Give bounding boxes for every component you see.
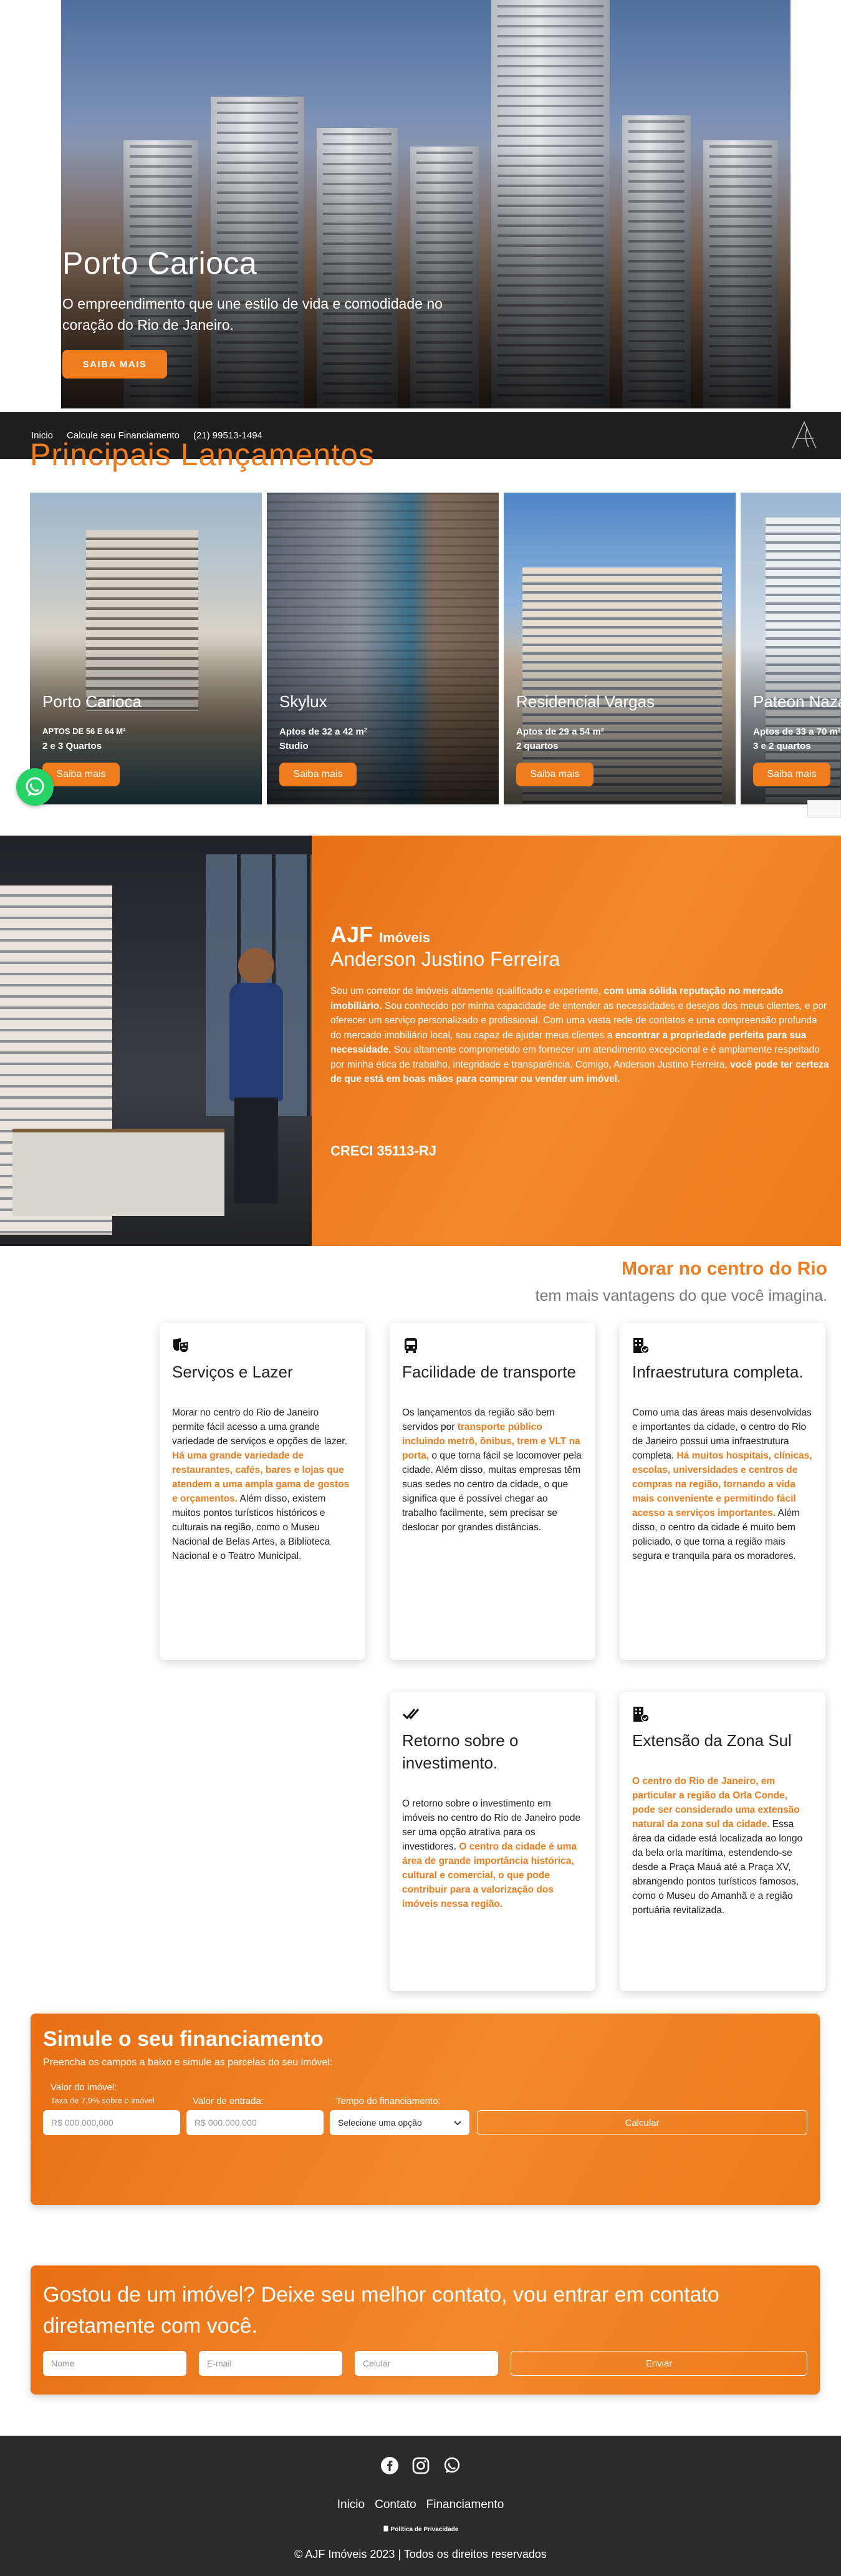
contact-title: Gostou de um imóvel? Deixe seu melhor co…	[43, 2283, 719, 2338]
footer: Inicio Contato Financiamento Política de…	[0, 2436, 841, 2576]
term-select[interactable]: Selecione uma opção	[330, 2110, 469, 2135]
info-card-title: Infraestrutura completa.	[632, 1363, 804, 1381]
launch-size: Aptos de 33 a 70 m²	[753, 726, 841, 737]
calculate-button[interactable]: Calcular	[477, 2110, 807, 2135]
info-card: Serviços e Lazer Morar no centro do Rio …	[160, 1323, 365, 1660]
info-card: Retorno sobre o investimento. O retorno …	[390, 1692, 595, 1991]
about-section: AJF Imóveis Anderson Justino Ferreira So…	[0, 836, 841, 1246]
info-card-title: Extensão da Zona Sul	[632, 1731, 792, 1750]
launch-more-button[interactable]: Saiba mais	[279, 763, 357, 786]
info-card: Extensão da Zona Sul O centro do Rio de …	[620, 1692, 825, 1991]
launch-rooms: Studio	[279, 741, 309, 751]
instagram-icon[interactable]	[411, 2456, 431, 2476]
info-card-text: O retorno sobre o investimento em imóvei…	[402, 1797, 583, 1911]
info-card-text: Morar no centro do Rio de Janeiro permit…	[172, 1406, 353, 1563]
recaptcha-badge	[807, 800, 841, 818]
info-text: Morar no centro do Rio de Janeiro permit…	[172, 1407, 347, 1447]
launch-card[interactable]: Porto Carioca APTOS DE 56 E 64 M² 2 e 3 …	[30, 493, 262, 804]
email-input[interactable]: E-mail	[199, 2351, 342, 2376]
footer-nav: Inicio Contato Financiamento	[0, 2498, 841, 2512]
launch-more-button[interactable]: Saiba mais	[42, 763, 120, 786]
info-card-title: Serviços e Lazer	[172, 1363, 293, 1381]
theater-masks-icon	[172, 1337, 190, 1354]
footer-link-contato[interactable]: Contato	[375, 2498, 416, 2512]
chevron-right-icon[interactable]	[795, 212, 820, 249]
launch-more-button[interactable]: Saiba mais	[516, 763, 594, 786]
info-card-text: O centro do Rio de Janeiro, em particula…	[632, 1774, 813, 1918]
launch-size: Aptos de 29 a 54 m²	[516, 726, 604, 737]
info-card: Infraestrutura completa. Como uma das ár…	[620, 1323, 825, 1660]
brand-name: AJF	[330, 922, 373, 947]
hero-image	[61, 0, 791, 408]
about-text: Sou um corretor de imóveis altamente qua…	[330, 986, 604, 996]
phone-input[interactable]: Celular	[355, 2351, 498, 2376]
building-check-icon	[632, 1337, 650, 1354]
name-input[interactable]: Nome	[43, 2351, 186, 2376]
copyright: © AJF Imóveis 2023 | Todos os direitos r…	[294, 2548, 547, 2560]
whatsapp-icon[interactable]	[442, 2456, 462, 2476]
facebook-icon[interactable]	[380, 2456, 400, 2476]
info-card-title: Facilidade de transporte	[402, 1363, 576, 1381]
document-icon	[383, 2525, 388, 2534]
launch-rooms: 3 e 2 quartos	[753, 741, 811, 751]
launch-card[interactable]: Pateon Nazaré Aptos de 33 a 70 m² 3 e 2 …	[741, 493, 841, 804]
double-check-icon	[402, 1705, 420, 1723]
creci-number: CRECI 35113-RJ	[330, 1143, 436, 1159]
launch-name: Skylux	[279, 692, 327, 711]
footer-link-financiamento[interactable]: Financiamento	[426, 2498, 504, 2512]
launch-name: Porto Carioca	[42, 692, 142, 711]
property-value-hint: Taxa de 7,9% sobre o imóvel	[50, 2096, 155, 2105]
center-heading: Morar no centro do Rio	[622, 1258, 827, 1279]
simulator-description: Preencha os campos a baixo e simule as p…	[43, 2057, 333, 2068]
info-card-text: Os lançamentos da região são bem servido…	[402, 1406, 583, 1535]
simulator-title: Simule o seu financiamento	[43, 2027, 324, 2051]
agent-photo	[0, 836, 312, 1246]
info-text: Essa área da cidade está localizada ao l…	[632, 1819, 803, 1916]
footer-link-inicio[interactable]: Inicio	[337, 2498, 365, 2512]
social-links	[0, 2456, 841, 2476]
property-value-label: Valor do imóvel:	[50, 2082, 117, 2093]
hero-banner: Porto Carioca O empreendimento que une e…	[0, 0, 841, 408]
launch-size: Aptos de 32 a 42 m²	[279, 726, 367, 737]
info-card-title: Retorno sobre o investimento.	[402, 1731, 519, 1772]
info-text: o que torna fácil se locomover pela cida…	[402, 1450, 582, 1533]
whatsapp-icon[interactable]	[16, 768, 54, 806]
about-brand: AJF Imóveis	[330, 922, 430, 948]
agent-name: Anderson Justino Ferreira	[330, 948, 560, 970]
about-panel: AJF Imóveis Anderson Justino Ferreira So…	[312, 836, 841, 1246]
ajf-logo[interactable]	[789, 420, 820, 451]
property-value-input[interactable]: R$ 000.000,000	[43, 2110, 180, 2135]
building-check-icon	[632, 1705, 650, 1723]
launch-more-button[interactable]: Saiba mais	[753, 763, 830, 786]
bus-icon	[402, 1337, 420, 1354]
privacy-link[interactable]: Política de Privacidade	[380, 2523, 461, 2535]
launch-size: APTOS DE 56 E 64 M²	[42, 726, 126, 736]
term-select-value: Selecione uma opção	[338, 2118, 422, 2128]
center-subheading: tem mais vantagens do que você imagina.	[535, 1287, 827, 1305]
term-label: Tempo do financiamento:	[336, 2096, 441, 2106]
brand-suffix: Imóveis	[379, 930, 430, 945]
launches-carousel: Porto Carioca APTOS DE 56 E 64 M² 2 e 3 …	[30, 493, 841, 804]
launch-name: Pateon Nazaré	[753, 692, 841, 711]
privacy-label[interactable]: Política de Privacidade	[391, 2526, 459, 2533]
info-card-text: Como uma das áreas mais desenvolvidas e …	[632, 1406, 813, 1563]
info-card: Facilidade de transporte Os lançamentos …	[390, 1323, 595, 1660]
send-button[interactable]: Enviar	[511, 2351, 807, 2376]
launch-card[interactable]: Skylux Aptos de 32 a 42 m² Studio Saiba …	[267, 493, 499, 804]
launch-rooms: 2 e 3 Quartos	[42, 741, 102, 751]
launch-name: Residencial Vargas	[516, 692, 655, 711]
launches-heading: Principais Lançamentos	[30, 437, 375, 472]
about-description: Sou um corretor de imóveis altamente qua…	[330, 984, 829, 1087]
hero-subtitle: O empreendimento que une estilo de vida …	[62, 296, 443, 333]
hero-cta-button[interactable]: SAIBA MAIS	[62, 350, 167, 379]
hero-title: Porto Carioca	[62, 246, 257, 281]
down-payment-label: Valor de entrada:	[193, 2096, 264, 2106]
down-payment-input[interactable]: R$ 000.000,000	[186, 2110, 324, 2135]
chevron-down-icon	[454, 2118, 461, 2128]
contact-form: Gostou de um imóvel? Deixe seu melhor co…	[31, 2265, 820, 2395]
launch-rooms: 2 quartos	[516, 741, 559, 751]
financing-simulator: Simule o seu financiamento Preencha os c…	[31, 2014, 820, 2205]
launch-card[interactable]: Residencial Vargas Aptos de 29 a 54 m² 2…	[504, 493, 736, 804]
